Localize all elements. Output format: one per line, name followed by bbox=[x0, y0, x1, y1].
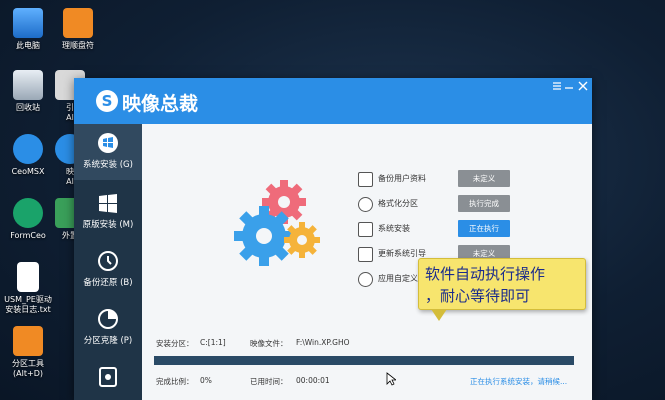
gear-app-icon bbox=[13, 134, 43, 164]
elapsed-value: 00:00:01 bbox=[296, 376, 330, 385]
minimize-button[interactable] bbox=[562, 81, 576, 95]
close-button[interactable] bbox=[576, 81, 590, 95]
windows-logo-icon bbox=[97, 192, 119, 214]
completion-value: 0% bbox=[200, 376, 212, 385]
sidebar: 系统安装 (G) 原版安装 (M) 备份还原 (B) 分区克隆 (P) bbox=[74, 124, 142, 400]
desktop-icon-this-pc[interactable]: 此电脑 bbox=[0, 8, 56, 51]
sidebar-item-backup-restore[interactable]: 备份还原 (B) bbox=[74, 242, 142, 298]
task-label: 系统安装 bbox=[378, 224, 410, 233]
user-data-icon bbox=[358, 172, 373, 187]
completion-label: 完成比例： bbox=[156, 377, 194, 386]
text-file-icon bbox=[17, 262, 39, 292]
clock-icon bbox=[97, 250, 119, 272]
title-bar: S 映像总裁 bbox=[74, 78, 592, 124]
sidebar-item-original-install[interactable]: 原版安装 (M) bbox=[74, 184, 142, 240]
desktop-icon-usm-log[interactable]: USM_PE驱动 安装日志.txt bbox=[0, 262, 56, 315]
image-file-label: 映像文件： bbox=[250, 339, 288, 348]
az-tool-icon bbox=[63, 8, 93, 38]
sidebar-item-system-install[interactable]: 系统安装 (G) bbox=[74, 124, 142, 180]
elapsed-label: 已用时间： bbox=[250, 377, 288, 386]
boot-icon bbox=[358, 247, 373, 262]
app-title: 映像总裁 bbox=[122, 93, 199, 115]
sidebar-item-partition-clone[interactable]: 分区克隆 (P) bbox=[74, 300, 142, 356]
desktop-icon-label: 理顺盘符 bbox=[62, 41, 94, 50]
tooltip-line-1: 软件自动执行操作 bbox=[425, 265, 546, 283]
app-logo-icon: S bbox=[96, 90, 118, 112]
desktop-icon-label: 此电脑 bbox=[16, 41, 40, 50]
status-badge: 执行完成 bbox=[458, 195, 510, 212]
sidebar-item-label: 原版安装 (M) bbox=[82, 220, 134, 230]
tooltip-tail bbox=[431, 309, 447, 321]
install-partition-label: 安装分区： bbox=[156, 339, 194, 348]
progress-bar bbox=[154, 356, 574, 365]
task-label: 格式化分区 bbox=[378, 199, 418, 208]
task-label: 应用自定义 bbox=[378, 274, 418, 283]
formceo-icon bbox=[13, 198, 43, 228]
desktop-icon-partition-tool[interactable]: 分区工具 (Alt+D) bbox=[0, 326, 56, 379]
disk-icon bbox=[97, 366, 119, 388]
info-tooltip: 软件自动执行操作 ，耐心等待即可 bbox=[418, 258, 586, 321]
status-link[interactable]: 正在执行系统安装，请稍候... bbox=[470, 376, 567, 387]
computer-icon bbox=[13, 8, 43, 38]
status-badge: 未定义 bbox=[458, 170, 510, 187]
sidebar-item-label: 备份还原 (B) bbox=[83, 278, 133, 288]
desktop-icon-label: 分区工具 (Alt+D) bbox=[12, 359, 44, 378]
recycle-bin-icon bbox=[13, 70, 43, 100]
tooltip-line-2: ，耐心等待即可 bbox=[425, 287, 531, 305]
mouse-cursor-icon bbox=[386, 372, 396, 386]
status-badge: 正在执行 bbox=[458, 220, 510, 237]
desktop-icon-drive-letters[interactable]: 理顺盘符 bbox=[50, 8, 106, 51]
sidebar-item-label: 系统安装 (G) bbox=[83, 160, 133, 170]
install-partition-value: C:[1:1] bbox=[200, 338, 226, 347]
partition-tool-icon bbox=[13, 326, 43, 356]
desktop-icon-label: USM_PE驱动 安装日志.txt bbox=[4, 295, 52, 314]
task-label: 备份用户资料 bbox=[378, 174, 426, 183]
app-window: S 映像总裁 系统安装 (G) 原版安装 (M) 备份还原 (B) 分区克隆 (… bbox=[74, 78, 592, 400]
pie-chart-icon bbox=[97, 308, 119, 330]
format-icon bbox=[358, 197, 373, 212]
windows-small-icon bbox=[358, 222, 373, 237]
image-file-value: F:\Win.XP.GHO bbox=[296, 338, 350, 347]
sidebar-item-label: 分区克隆 (P) bbox=[83, 336, 133, 346]
sidebar-item-disk[interactable] bbox=[74, 358, 142, 400]
lightbulb-icon bbox=[358, 272, 373, 287]
gears-illustration-icon bbox=[234, 180, 320, 266]
windows-icon bbox=[97, 132, 119, 154]
